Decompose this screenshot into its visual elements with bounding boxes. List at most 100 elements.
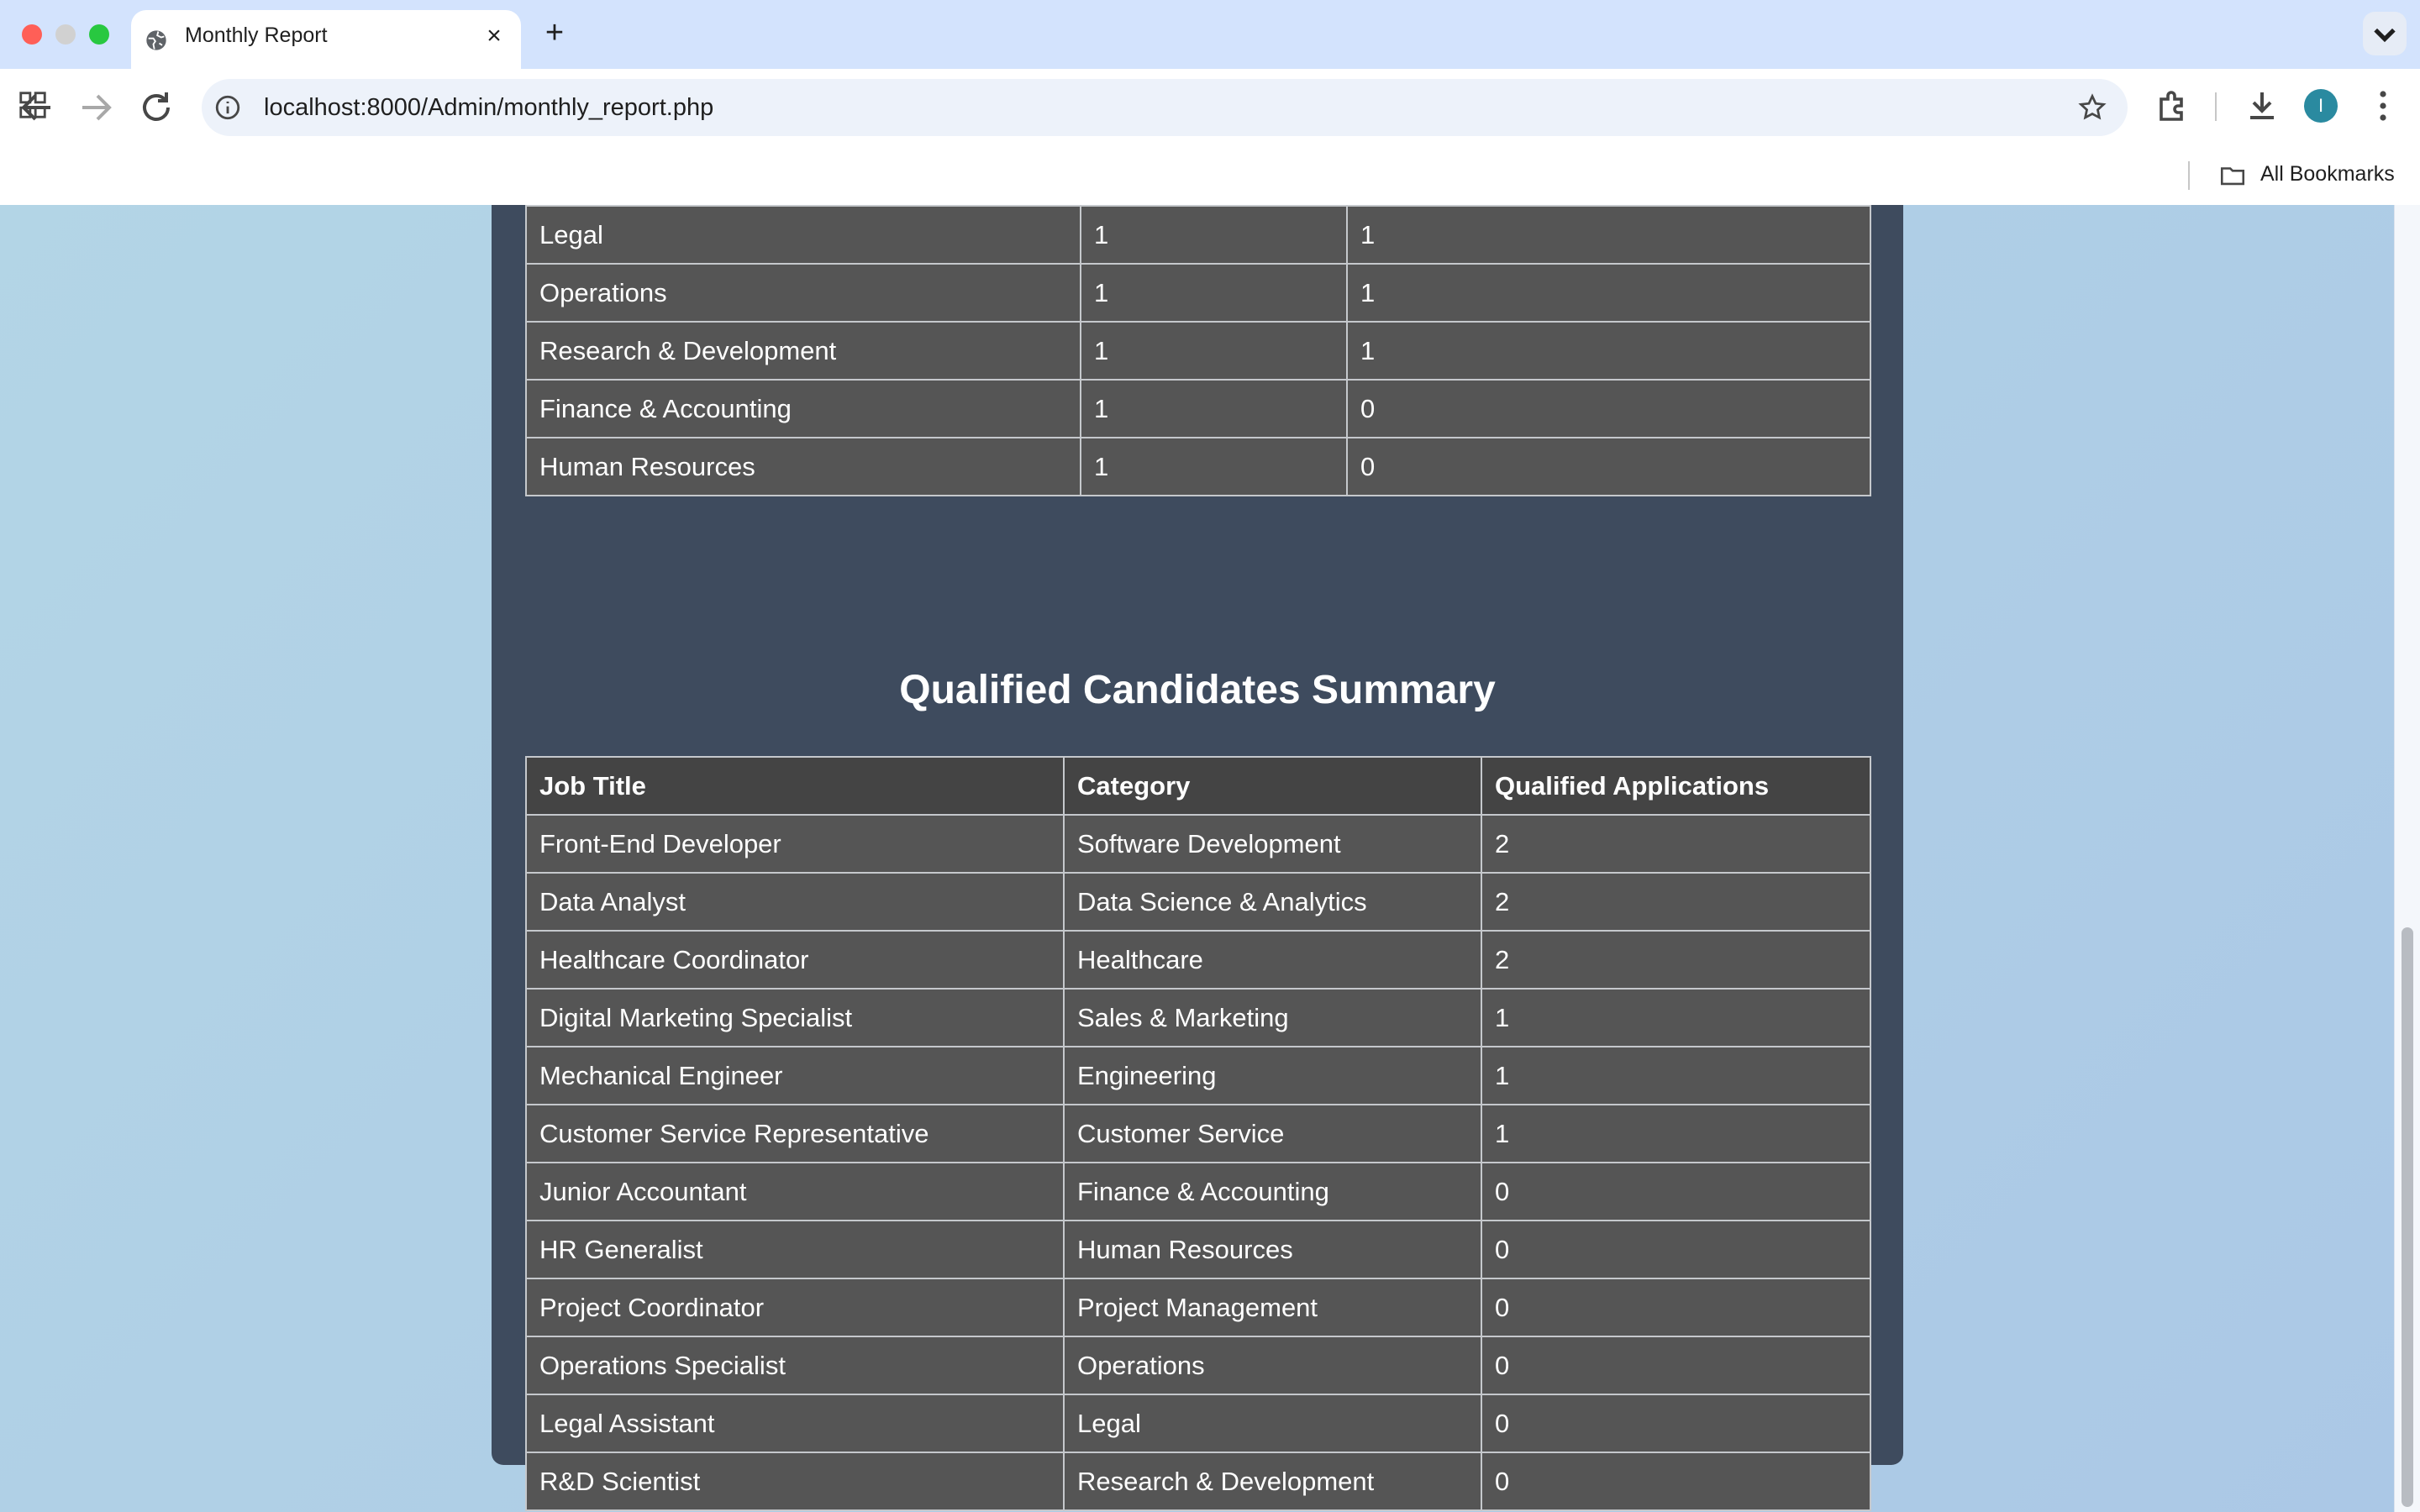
- new-tab-button[interactable]: +: [538, 17, 571, 50]
- table-row: Mechanical Engineer Engineering 1: [525, 1046, 1871, 1105]
- column-header: Job Title: [525, 756, 1065, 816]
- url-text: localhost:8000/Admin/monthly_report.php: [264, 94, 714, 121]
- table-cell: 0: [1481, 1162, 1871, 1221]
- table-cell: Engineering: [1063, 1046, 1482, 1105]
- table-cell: R&D Scientist: [525, 1452, 1065, 1511]
- table-cell: Legal Assistant: [525, 1394, 1065, 1453]
- table-cell: 1: [1481, 1046, 1871, 1105]
- table-cell: Front-End Developer: [525, 814, 1065, 874]
- table-cell: 2: [1481, 814, 1871, 874]
- table-cell: Project Management: [1063, 1278, 1482, 1337]
- table-row: Operations Specialist Operations 0: [525, 1336, 1871, 1395]
- scrollbar-thumb[interactable]: [2402, 927, 2413, 1507]
- profile-avatar[interactable]: I: [2304, 89, 2338, 123]
- table-cell: Legal: [1063, 1394, 1482, 1453]
- active-tab[interactable]: Monthly Report ×: [131, 10, 521, 69]
- table-row: Legal 1 1: [525, 205, 1871, 265]
- table-cell: 0: [1481, 1220, 1871, 1279]
- table-cell: Sales & Marketing: [1063, 988, 1482, 1047]
- table-row: Data Analyst Data Science & Analytics 2: [525, 872, 1871, 932]
- table-cell: Legal: [525, 205, 1081, 265]
- table-row: HR Generalist Human Resources 0: [525, 1220, 1871, 1279]
- table-cell: Healthcare: [1063, 930, 1482, 990]
- extensions-icon[interactable]: [2153, 86, 2193, 126]
- table-cell: Data Analyst: [525, 872, 1065, 932]
- table-cell: 1: [1080, 205, 1348, 265]
- table-cell: Operations: [1063, 1336, 1482, 1395]
- bookmarks-divider: [2188, 161, 2190, 190]
- table-cell: 1: [1346, 321, 1871, 381]
- maximize-window-button[interactable]: [89, 24, 109, 45]
- table-cell: 1: [1346, 205, 1871, 265]
- table-cell: 1: [1481, 1104, 1871, 1163]
- table-row: Front-End Developer Software Development 2: [525, 814, 1871, 874]
- globe-icon: [146, 30, 166, 50]
- table-cell: HR Generalist: [525, 1220, 1065, 1279]
- table-cell: Project Coordinator: [525, 1278, 1065, 1337]
- tab-title: Monthly Report: [185, 24, 328, 47]
- table-row: Legal Assistant Legal 0: [525, 1394, 1871, 1453]
- table-cell: Operations Specialist: [525, 1336, 1065, 1395]
- table-cell: Data Science & Analytics: [1063, 872, 1482, 932]
- table-cell: Operations: [525, 263, 1081, 323]
- table-cell: 0: [1346, 437, 1871, 496]
- table-cell: 0: [1481, 1278, 1871, 1337]
- table-cell: Customer Service Representative: [525, 1104, 1065, 1163]
- section-title: Qualified Candidates Summary: [899, 668, 1496, 712]
- table-cell: Digital Marketing Specialist: [525, 988, 1065, 1047]
- toolbar-divider: [2215, 92, 2217, 121]
- table-cell: 0: [1346, 379, 1871, 438]
- apps-grid-icon[interactable]: [17, 89, 49, 121]
- table-cell: 1: [1080, 379, 1348, 438]
- table-cell: Human Resources: [1063, 1220, 1482, 1279]
- table-cell: Customer Service: [1063, 1104, 1482, 1163]
- table-row: R&D Scientist Research & Development 0: [525, 1452, 1871, 1511]
- table-header-row: Job Title Category Qualified Application…: [525, 756, 1871, 816]
- site-info-icon[interactable]: [213, 93, 242, 122]
- reload-icon[interactable]: [136, 87, 176, 128]
- address-bar[interactable]: localhost:8000/Admin/monthly_report.php: [202, 79, 2128, 136]
- table-cell: Software Development: [1063, 814, 1482, 874]
- table-row: Healthcare Coordinator Healthcare 2: [525, 930, 1871, 990]
- page-viewport: Legal 1 1 Operations 1 1 Research & Developmen…: [0, 205, 2420, 1512]
- bookmark-star-icon[interactable]: [2077, 92, 2107, 123]
- table-cell: Finance & Accounting: [1063, 1162, 1482, 1221]
- close-window-button[interactable]: [22, 24, 42, 45]
- forward-arrow-icon[interactable]: [76, 87, 116, 128]
- table-cell: Research & Development: [525, 321, 1081, 381]
- table-cell: 0: [1481, 1394, 1871, 1453]
- table-cell: Mechanical Engineer: [525, 1046, 1065, 1105]
- table-cell: 1: [1080, 437, 1348, 496]
- table-cell: Finance & Accounting: [525, 379, 1081, 438]
- browser-toolbar: localhost:8000/Admin/monthly_report.php …: [0, 69, 2420, 207]
- table-cell: 1: [1080, 263, 1348, 323]
- table-row: Operations 1 1: [525, 263, 1871, 323]
- table-row: Human Resources 1 0: [525, 437, 1871, 496]
- folder-icon: [2220, 167, 2245, 186]
- table-cell: 1: [1080, 321, 1348, 381]
- tab-search-button[interactable]: [2363, 12, 2407, 55]
- table-cell: 0: [1481, 1336, 1871, 1395]
- table-row: Research & Development 1 1: [525, 321, 1871, 381]
- table-cell: Human Resources: [525, 437, 1081, 496]
- tab-strip: Monthly Report × +: [0, 0, 2420, 69]
- minimize-window-button[interactable]: [55, 24, 76, 45]
- table-row: Digital Marketing Specialist Sales & Mark…: [525, 988, 1871, 1047]
- table-cell: Junior Accountant: [525, 1162, 1065, 1221]
- vertical-scrollbar[interactable]: [2394, 205, 2420, 1512]
- all-bookmarks-link[interactable]: All Bookmarks: [2260, 156, 2395, 192]
- table-cell: 1: [1346, 263, 1871, 323]
- download-icon[interactable]: [2242, 86, 2282, 126]
- chevron-down-icon: [2374, 28, 2396, 43]
- table-cell: Research & Development: [1063, 1452, 1482, 1511]
- table-cell: 0: [1481, 1452, 1871, 1511]
- table-cell: 2: [1481, 872, 1871, 932]
- table-row: Junior Accountant Finance & Accounting 0: [525, 1162, 1871, 1221]
- column-header: Qualified Applications: [1481, 756, 1871, 816]
- report-panel: Legal 1 1 Operations 1 1 Research & Developmen…: [492, 205, 1903, 1511]
- column-header: Category: [1063, 756, 1482, 816]
- department-table: Legal 1 1 Operations 1 1 Research & Developmen…: [525, 205, 1871, 496]
- close-tab-icon[interactable]: ×: [482, 24, 506, 49]
- more-menu-icon[interactable]: [2363, 86, 2403, 126]
- table-row: Finance & Accounting 1 0: [525, 379, 1871, 438]
